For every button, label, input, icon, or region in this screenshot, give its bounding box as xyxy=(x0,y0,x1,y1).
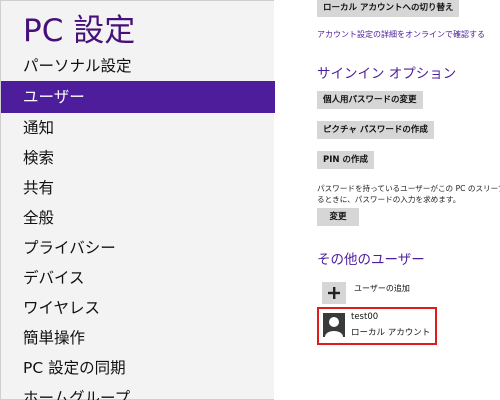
other-users-heading: その他のユーザー xyxy=(317,252,425,268)
user-account-type: ローカル アカウント xyxy=(351,328,431,338)
add-user-label[interactable]: ユーザーの追加 xyxy=(354,283,410,294)
change-button[interactable]: 変更 xyxy=(317,208,359,226)
nav-item-personalize[interactable]: パーソナル設定 xyxy=(1,51,275,81)
change-password-button[interactable]: 個人用パスワードの変更 xyxy=(317,91,423,109)
nav-item-ease-of-access[interactable]: 簡単操作 xyxy=(1,323,275,353)
account-details-online-link[interactable]: アカウント設定の詳細をオンラインで確認する xyxy=(317,29,485,40)
add-user-button[interactable] xyxy=(322,282,346,304)
nav-item-users[interactable]: ユーザー xyxy=(1,81,275,113)
nav-list: パーソナル設定 ユーザー 通知 検索 共有 全般 プライバシー デバイス ワイヤ… xyxy=(1,51,275,400)
create-picture-password-button[interactable]: ピクチャ パスワードの作成 xyxy=(317,121,434,139)
users-content-pane: ローカル アカウントへの切り替え アカウント設定の詳細をオンラインで確認する サ… xyxy=(274,0,500,400)
nav-item-homegroup[interactable]: ホームグループ xyxy=(1,383,275,400)
nav-item-notifications[interactable]: 通知 xyxy=(1,113,275,143)
switch-to-local-account-button[interactable]: ローカル アカウントへの切り替え xyxy=(317,0,460,17)
nav-item-share[interactable]: 共有 xyxy=(1,173,275,203)
create-pin-button[interactable]: PIN の作成 xyxy=(317,151,374,169)
signin-options-heading: サインイン オプション xyxy=(317,66,457,82)
user-avatar xyxy=(323,313,345,337)
nav-item-wireless[interactable]: ワイヤレス xyxy=(1,293,275,323)
user-name: test00 xyxy=(351,312,379,322)
nav-item-general[interactable]: 全般 xyxy=(1,203,275,233)
nav-item-privacy[interactable]: プライバシー xyxy=(1,233,275,263)
person-silhouette-icon xyxy=(325,317,343,337)
password-wake-description: パスワードを持っているユーザーがこの PC のスリープを解除するときに、パスワー… xyxy=(317,184,500,204)
page-title: PC 設定 xyxy=(23,13,136,49)
user-tile-test00[interactable]: test00 ローカル アカウント xyxy=(317,307,437,345)
plus-icon xyxy=(328,287,340,299)
settings-nav-pane: PC 設定 パーソナル設定 ユーザー 通知 検索 共有 全般 プライバシー デバ… xyxy=(0,0,275,400)
nav-item-sync-settings[interactable]: PC 設定の同期 xyxy=(1,353,275,383)
nav-item-devices[interactable]: デバイス xyxy=(1,263,275,293)
nav-item-search[interactable]: 検索 xyxy=(1,143,275,173)
